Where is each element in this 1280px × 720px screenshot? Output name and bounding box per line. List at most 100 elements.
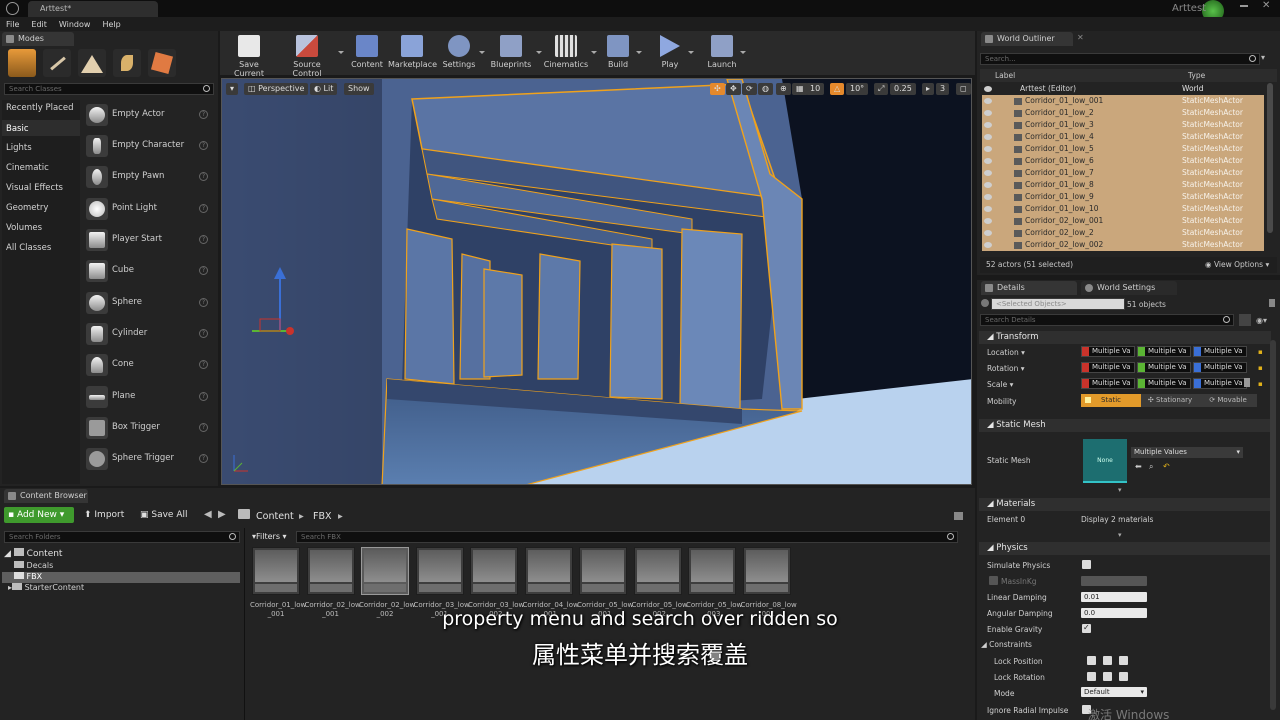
asset-thumbnail[interactable]: [633, 547, 682, 595]
outliner-row[interactable]: Corridor_01_low_001 StaticMeshActor: [982, 95, 1264, 107]
outliner-root-row[interactable]: Arttest (Editor) World: [982, 83, 1264, 95]
category-lights[interactable]: Lights: [6, 143, 32, 153]
category-visual-effects[interactable]: Visual Effects: [6, 183, 63, 193]
visibility-eye-icon[interactable]: [984, 194, 992, 200]
viewport-options-button[interactable]: ▾: [226, 83, 239, 95]
visibility-eye-icon[interactable]: [984, 98, 992, 104]
app-logo-icon[interactable]: [6, 2, 19, 15]
reset-arrow-icon[interactable]: ↶: [1163, 462, 1170, 471]
tree-fbx-folder[interactable]: FBX: [14, 572, 42, 581]
translate-icon[interactable]: ✥: [726, 83, 741, 95]
visibility-eye-icon[interactable]: [984, 242, 992, 248]
place-item-sphere-trigger[interactable]: Sphere Trigger?: [84, 445, 212, 473]
linear-damping-field[interactable]: 0.01: [1081, 592, 1147, 602]
rotation-x-field[interactable]: Multiple Va: [1081, 362, 1135, 373]
outliner-scrollbar[interactable]: [1267, 83, 1273, 233]
filters-button[interactable]: ▾Filters ▾: [252, 531, 292, 543]
outliner-row[interactable]: Corridor_01_low_10 StaticMeshActor: [982, 203, 1264, 215]
location-label[interactable]: Location ▾: [987, 348, 1025, 357]
help-icon[interactable]: ?: [199, 298, 208, 307]
folder-icon[interactable]: [238, 509, 250, 519]
help-icon[interactable]: ?: [199, 329, 208, 338]
scale-snap-value[interactable]: 0.25: [890, 83, 916, 95]
outliner-search-input[interactable]: Search...: [980, 53, 1260, 65]
scale-lock-icon[interactable]: [1244, 378, 1250, 387]
visibility-eye-icon[interactable]: [984, 86, 992, 92]
outliner-row[interactable]: Corridor_02_low_002 StaticMeshActor: [982, 239, 1264, 251]
grid-snap-value[interactable]: 10: [806, 83, 825, 95]
perspective-button[interactable]: ◫ Perspective: [244, 83, 309, 95]
expand-advanced-icon[interactable]: ▾: [1118, 486, 1122, 494]
outliner-row[interactable]: Corridor_01_low_4 StaticMeshActor: [982, 131, 1264, 143]
search-classes-input[interactable]: Search Classes: [4, 83, 214, 95]
category-cinematic[interactable]: Cinematic: [6, 163, 49, 173]
content-button[interactable]: Content: [348, 33, 386, 73]
outliner-row[interactable]: Corridor_02_low_2 StaticMeshActor: [982, 227, 1264, 239]
browse-search-icon[interactable]: ⌕: [1149, 462, 1153, 472]
modes-tab[interactable]: Modes: [2, 32, 74, 46]
asset-thumbnail[interactable]: [470, 547, 518, 595]
rotate-icon[interactable]: ⟳: [742, 83, 757, 95]
visibility-eye-icon[interactable]: [984, 230, 992, 236]
details-tab[interactable]: Details: [981, 281, 1077, 295]
place-item-empty-character[interactable]: Empty Character?: [84, 132, 212, 160]
tree-starter-content-folder[interactable]: ▸ StarterContent: [8, 583, 84, 592]
search-details-input[interactable]: Search Details: [980, 314, 1234, 326]
static-mesh-section-header[interactable]: ◢ Static Mesh: [979, 419, 1271, 432]
menu-edit[interactable]: Edit: [31, 20, 47, 29]
scale-y-field[interactable]: Multiple Va: [1137, 378, 1191, 389]
build-button[interactable]: Build: [602, 33, 642, 73]
category-all-classes[interactable]: All Classes: [6, 243, 51, 253]
reset-to-default-icon[interactable]: ▪: [1258, 380, 1263, 388]
place-mode-icon[interactable]: [8, 49, 36, 77]
asset-thumbnail[interactable]: [361, 547, 409, 595]
scale-snap-icon[interactable]: ⤢: [874, 83, 889, 95]
transform-section-header[interactable]: ◢ Transform: [979, 331, 1271, 344]
mass-override-checkbox[interactable]: [989, 576, 998, 585]
place-item-player-start[interactable]: Player Start?: [84, 226, 212, 254]
select-mode-icon[interactable]: ✣: [710, 83, 725, 95]
tree-decals-folder[interactable]: Decals: [14, 561, 53, 570]
rotation-label[interactable]: Rotation ▾: [987, 364, 1025, 373]
tab-close-icon[interactable]: ✕: [1077, 33, 1084, 42]
dropdown-arrow-icon[interactable]: [636, 51, 642, 54]
asset-thumbnail[interactable]: [306, 547, 355, 595]
column-type[interactable]: Type: [1188, 71, 1205, 80]
location-z-field[interactable]: Multiple Va: [1193, 346, 1247, 357]
content-browser-tab[interactable]: Content Browser: [4, 489, 88, 503]
help-icon[interactable]: ?: [199, 392, 208, 401]
help-icon[interactable]: ?: [199, 454, 208, 463]
forward-arrow-icon[interactable]: ▶: [218, 509, 226, 520]
panel-lock-icon[interactable]: [1269, 299, 1275, 307]
rotation-y-field[interactable]: Multiple Va: [1137, 362, 1191, 373]
details-view-options-icon[interactable]: ◉▾: [1256, 316, 1267, 325]
visibility-eye-icon[interactable]: [984, 206, 992, 212]
help-icon[interactable]: ?: [199, 110, 208, 119]
simulate-physics-checkbox[interactable]: [1082, 560, 1091, 569]
asset-thumbnail[interactable]: [415, 547, 464, 595]
physics-section-header[interactable]: ◢ Physics: [979, 542, 1271, 555]
tree-content-folder[interactable]: ◢ Content: [4, 548, 62, 559]
mode-dropdown[interactable]: Default ▾: [1081, 687, 1147, 697]
outliner-row[interactable]: Corridor_01_low_5 StaticMeshActor: [982, 143, 1264, 155]
dropdown-arrow-icon[interactable]: [479, 51, 485, 54]
place-item-point-light[interactable]: Point Light?: [84, 195, 212, 223]
camera-speed-icon[interactable]: ▸: [922, 83, 935, 95]
visibility-eye-icon[interactable]: [984, 170, 992, 176]
source-control-button[interactable]: Source Control: [278, 33, 344, 78]
view-options-button[interactable]: ◉ View Options ▾: [1205, 260, 1269, 269]
use-selected-arrow-icon[interactable]: ⬅: [1135, 462, 1142, 471]
save-current-button[interactable]: Save Current: [224, 33, 274, 78]
menu-window[interactable]: Window: [59, 20, 91, 29]
help-icon[interactable]: ?: [199, 423, 208, 432]
column-label[interactable]: Label: [995, 71, 1015, 80]
mobility-movable-button[interactable]: ⟳ Movable: [1199, 394, 1257, 407]
search-folders-input[interactable]: Search Folders: [4, 531, 240, 543]
dropdown-arrow-icon[interactable]: [338, 51, 344, 54]
outliner-filter-icon[interactable]: ▾: [1261, 53, 1265, 62]
marketplace-button[interactable]: Marketplace: [388, 33, 437, 73]
breadcrumb-content[interactable]: Content: [256, 511, 294, 522]
dropdown-arrow-icon[interactable]: [536, 51, 542, 54]
blueprints-button[interactable]: Blueprints: [488, 33, 542, 73]
visibility-eye-icon[interactable]: [984, 110, 992, 116]
